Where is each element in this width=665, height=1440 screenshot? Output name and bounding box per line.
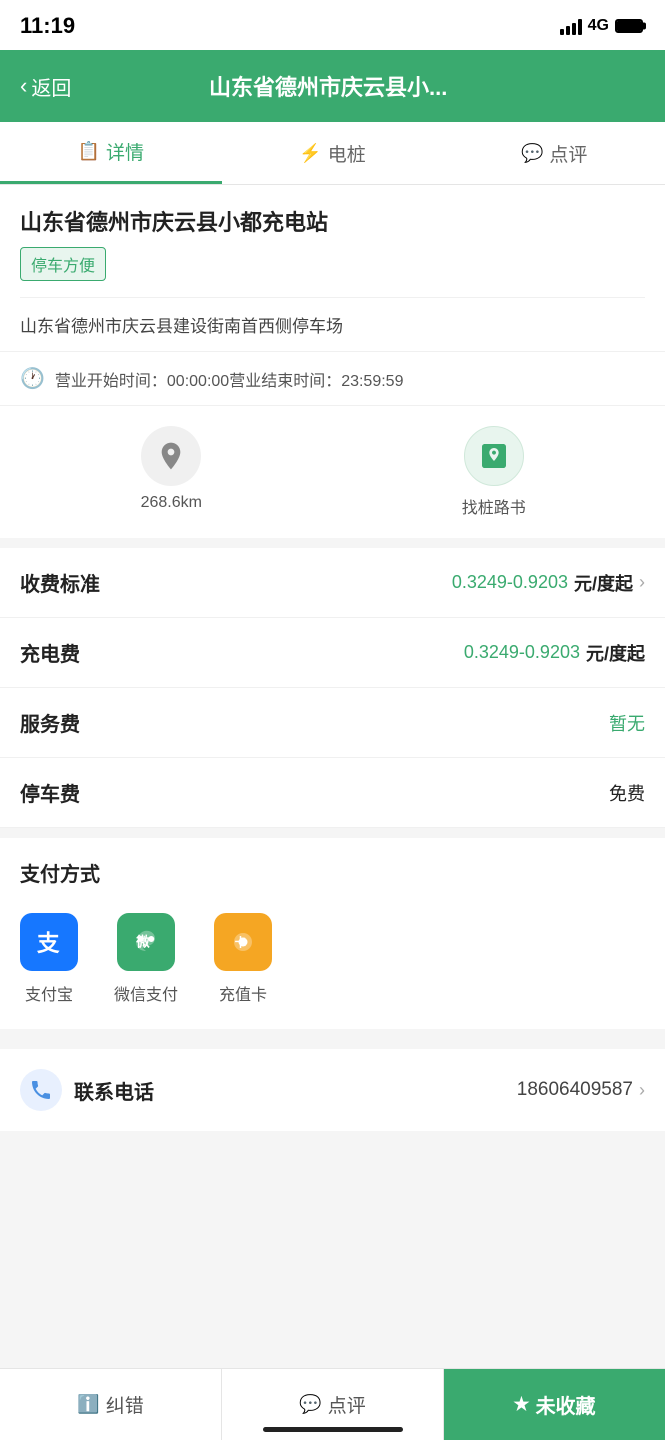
payment-methods: 支 支付宝 微 微信支付 卡 [0,903,665,1029]
collect-label: 未收藏 [536,1390,596,1419]
fee-standard-value: 0.3249-0.9203 元/度起 › [452,570,645,596]
collect-button[interactable]: ★ 未收藏 [444,1369,665,1440]
fee-parking-value: 免费 [609,780,645,806]
tab-review-label: 点评 [549,140,587,167]
charger-icon: ⚡ [299,143,321,164]
fee-standard-row[interactable]: 收费标准 0.3249-0.9203 元/度起 › [0,548,665,618]
fee-service-row: 服务费 暂无 [0,688,665,758]
payment-wechat: 微 微信支付 [114,913,178,1005]
header: ‹ 返回 山东省德州市庆云县小... [0,50,665,122]
fee-charging-label: 充电费 [20,638,80,667]
action-row: 268.6km 找桩路书 [0,405,665,538]
tab-review[interactable]: 💬 点评 [443,122,665,184]
distance-label: 268.6km [141,494,202,512]
back-label: 返回 [31,72,71,101]
signal-icon [560,17,582,35]
payment-title: 支付方式 [0,838,665,903]
review-icon: 💬 [521,143,543,164]
svg-text:卡: 卡 [235,935,247,950]
tab-charger-label: 电桩 [328,140,366,167]
report-label: 纠错 [106,1391,144,1418]
payment-section: 支付方式 支 支付宝 微 微信支付 [0,838,665,1029]
home-indicator [263,1427,403,1432]
fee-standard-unit: 元/度起 [574,570,633,596]
wechat-label: 微信支付 [114,981,178,1005]
contact-right: 18606409587 › [517,1079,645,1101]
navigate-icon-wrap [141,426,201,486]
fee-charging-row: 充电费 0.3249-0.9203 元/度起 [0,618,665,688]
route-guide-label: 找桩路书 [462,494,526,518]
station-info-section: 山东省德州市庆云县小都充电站 停车方便 山东省德州市庆云县建设街南首西侧停车场 … [0,185,665,538]
wechat-icon: 微 [117,913,175,971]
phone-icon [20,1069,62,1111]
contact-left: 联系电话 [20,1069,154,1111]
fee-standard-label: 收费标准 [20,568,100,597]
svg-text:支: 支 [37,931,60,956]
station-name: 山东省德州市庆云县小都充电站 [0,185,665,247]
station-address: 山东省德州市庆云县建设街南首西侧停车场 [0,298,665,351]
star-icon: ★ [513,1394,529,1415]
tab-bar: 📋 详情 ⚡ 电桩 💬 点评 [0,122,665,185]
route-icon [478,440,510,472]
fee-standard-arrow-icon: › [639,572,645,593]
contact-phone: 18606409587 [517,1079,633,1101]
header-title: 山东省德州市庆云县小... [71,70,585,102]
fee-service-value: 暂无 [609,710,645,736]
status-time: 11:19 [20,13,75,39]
tab-charger[interactable]: ⚡ 电桩 [222,122,444,184]
svg-text:微: 微 [135,934,150,950]
tag-row: 停车方便 [0,247,665,297]
battery-icon [615,19,645,33]
contact-arrow-icon: › [639,1080,645,1101]
payment-card: 卡 充值卡 [214,913,272,1005]
fee-charging-unit: 元/度起 [586,640,645,666]
fee-parking-label: 停车费 [20,778,80,807]
payment-alipay: 支 支付宝 [20,913,78,1005]
fee-service-label: 服务费 [20,708,80,737]
contact-divider [0,1039,665,1049]
tab-detail-label: 详情 [106,138,144,165]
alipay-label: 支付宝 [25,981,73,1005]
alipay-icon: 支 [20,913,78,971]
contact-label: 联系电话 [74,1076,154,1105]
station-tag: 停车方便 [20,247,106,281]
card-label: 充值卡 [219,981,267,1005]
route-guide-button[interactable]: 找桩路书 [343,426,646,518]
network-type: 4G [588,17,609,35]
tab-detail[interactable]: 📋 详情 [0,122,222,184]
contact-row[interactable]: 联系电话 18606409587 › [0,1049,665,1131]
card-icon: 卡 [214,913,272,971]
hours-text: 营业开始时间：00:00:00营业结束时间：23:59:59 [55,367,404,391]
navigate-button[interactable]: 268.6km [20,426,323,518]
status-icons: 4G [560,17,645,35]
hours-row: 🕐 营业开始时间：00:00:00营业结束时间：23:59:59 [0,351,665,405]
compass-icon [155,440,187,472]
fee-section: 收费标准 0.3249-0.9203 元/度起 › 充电费 0.3249-0.9… [0,548,665,828]
report-icon: ℹ️ [77,1394,99,1415]
contact-section: 联系电话 18606409587 › [0,1039,665,1131]
report-button[interactable]: ℹ️ 纠错 [0,1369,222,1440]
detail-icon: 📋 [78,141,100,162]
fee-charging-price: 0.3249-0.9203 [464,642,580,663]
review-label: 点评 [328,1391,366,1418]
back-button[interactable]: ‹ 返回 [20,72,71,101]
fee-parking-row: 停车费 免费 [0,758,665,828]
fee-charging-value: 0.3249-0.9203 元/度起 [464,640,645,666]
back-arrow-icon: ‹ [20,73,27,99]
route-guide-icon-wrap [464,426,524,486]
review-bottom-icon: 💬 [299,1394,321,1415]
fee-standard-price: 0.3249-0.9203 [452,572,568,593]
status-bar: 11:19 4G [0,0,665,50]
clock-icon: 🕐 [20,366,45,391]
